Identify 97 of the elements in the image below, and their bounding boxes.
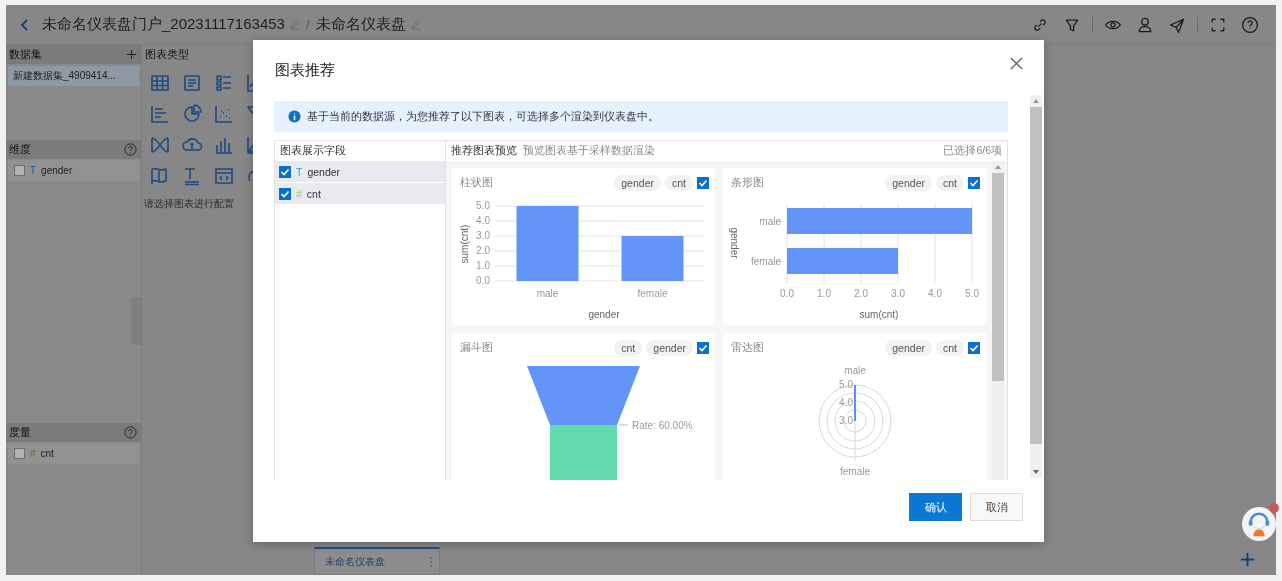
selection-count: 已选择6/6项: [943, 144, 1002, 158]
chart-title: 漏斗图: [460, 341, 493, 355]
tick-label: 0.0: [780, 288, 794, 299]
pie-chart-icon[interactable]: [181, 103, 203, 125]
hint-text: 请选择图表进行配置: [143, 197, 235, 211]
chart-title: 雷达图: [731, 341, 764, 355]
axis-title: sum(cnt): [859, 309, 899, 320]
close-icon[interactable]: [1010, 57, 1023, 70]
preview-hint: 预览图表基于采样数据渲染: [523, 144, 655, 158]
tick-label: 3.0: [839, 415, 853, 426]
field-tag: cnt: [936, 175, 964, 191]
confirm-button[interactable]: 确认: [909, 493, 962, 521]
field-tag: gender: [885, 175, 932, 191]
user-icon[interactable]: [1136, 15, 1154, 34]
axis-title: gender: [729, 227, 740, 259]
tick-label: 0.0: [476, 275, 490, 286]
checkbox[interactable]: [968, 342, 980, 354]
tick-label: 5.0: [839, 379, 853, 390]
scrollbar[interactable]: [1030, 95, 1042, 478]
category-label: female: [637, 288, 668, 299]
axis-title: gender: [588, 309, 620, 320]
checkbox[interactable]: [697, 342, 709, 354]
field-tag: gender: [614, 175, 661, 191]
edit-icon[interactable]: [288, 19, 300, 30]
add-icon[interactable]: [1240, 552, 1255, 567]
info-text: 基于当前的数据源，为您推荐了以下图表，可选择多个渲染到仪表盘中。: [307, 109, 659, 124]
more-icon[interactable]: [429, 555, 433, 568]
field-label[interactable]: gender: [307, 165, 341, 178]
tick-label: 4.0: [928, 288, 942, 299]
field-type-icon: #: [30, 448, 36, 459]
close-badge[interactable]: [1269, 503, 1279, 513]
help-icon[interactable]: [124, 426, 137, 439]
back-icon[interactable]: [20, 17, 30, 32]
table-icon[interactable]: [149, 72, 171, 94]
tick-label: 5.0: [476, 200, 490, 211]
checkbox[interactable]: [697, 177, 709, 189]
tick-label: 2.0: [476, 245, 490, 256]
info-icon: [288, 110, 301, 123]
section-title: 数据集: [9, 47, 42, 62]
breadcrumb-separator: /: [305, 17, 310, 32]
code-icon[interactable]: [213, 165, 235, 187]
dialog-title: 图表推荐: [275, 61, 335, 80]
chart-title: 条形图: [731, 176, 764, 190]
field-type-icon: T: [296, 165, 303, 178]
scatter-icon[interactable]: [213, 103, 235, 125]
tick-label: 3.0: [891, 288, 905, 299]
field-tag: cnt: [614, 340, 643, 356]
checkbox[interactable]: [968, 177, 980, 189]
tick-label: 4.0: [839, 397, 853, 408]
field-tag: cnt: [665, 175, 693, 191]
axis-label: female: [840, 466, 870, 477]
field-label[interactable]: cnt: [306, 187, 321, 200]
column-title: 推荐图表预览: [451, 144, 517, 158]
section-title: 图表类型: [145, 47, 189, 62]
checkbox[interactable]: [279, 165, 291, 178]
checkbox[interactable]: [14, 448, 25, 459]
field-label[interactable]: cnt: [40, 448, 54, 459]
rate-label: Rate: 60.00%: [632, 420, 693, 431]
cancel-button[interactable]: 取消: [970, 493, 1023, 521]
tick-label: 3.0: [476, 230, 490, 241]
edit-icon[interactable]: [409, 19, 421, 30]
column-title: 图表展示字段: [280, 144, 346, 158]
section-title: 维度: [9, 142, 31, 157]
category-label: male: [759, 216, 781, 227]
dataset-item[interactable]: 新建数据集_4909414...: [8, 66, 139, 86]
field-tag: cnt: [936, 340, 964, 356]
breadcrumb-title[interactable]: 未命名仪表盘门户_20231117163453: [42, 15, 285, 34]
tick-label: 2.0: [854, 288, 868, 299]
tick-label: 5.0: [965, 288, 979, 299]
checkbox[interactable]: [279, 187, 291, 200]
help-icon[interactable]: [1241, 15, 1259, 34]
field-tag: gender: [646, 340, 693, 356]
bar: [621, 236, 684, 281]
add-icon[interactable]: [126, 49, 137, 60]
dashboard-tab[interactable]: 未命名仪表盘: [314, 547, 440, 575]
radar-line: [854, 384, 856, 422]
tick-label: 1.0: [817, 288, 831, 299]
list-icon[interactable]: [181, 72, 203, 94]
help-icon[interactable]: [124, 143, 137, 156]
category-label: male: [536, 288, 559, 299]
ribbon-chart-icon[interactable]: [149, 134, 171, 156]
field-type-icon: #: [296, 187, 302, 200]
field-type-icon: T: [30, 165, 37, 176]
tick-label: 4.0: [476, 215, 490, 226]
bar-chart-icon[interactable]: [149, 103, 171, 125]
checkbox[interactable]: [14, 165, 25, 176]
scrollbar[interactable]: [992, 161, 1004, 480]
section-title: 度量: [9, 425, 31, 440]
breadcrumb-title[interactable]: 未命名仪表盘: [315, 15, 406, 34]
axis-label: male: [844, 365, 866, 376]
field-tag: gender: [885, 340, 932, 356]
category-label: female: [751, 256, 781, 267]
tick-label: 1.0: [476, 260, 490, 271]
axis-title: sum(cnt): [459, 224, 470, 264]
chart-title: 柱状图: [460, 176, 493, 190]
field-label[interactable]: gender: [41, 165, 73, 176]
leader-line: [618, 424, 629, 426]
